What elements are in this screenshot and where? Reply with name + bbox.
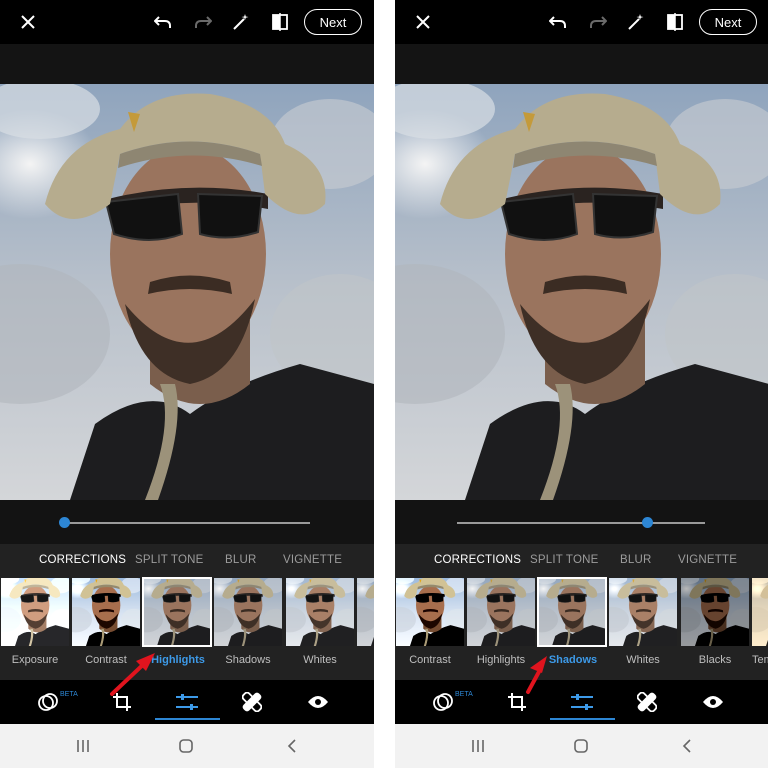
- thumbnail-exposure[interactable]: [1, 578, 69, 646]
- label-contrast[interactable]: Contrast: [400, 654, 460, 666]
- next-button[interactable]: Next: [304, 9, 362, 35]
- label-exposure[interactable]: Exposure: [5, 654, 65, 666]
- thumbnail-blacks[interactable]: [681, 578, 749, 646]
- preview-eye-icon[interactable]: [699, 688, 727, 716]
- adjustment-thumbnails: [0, 576, 374, 648]
- thumbnail-blacks[interactable]: [357, 578, 374, 646]
- adjustment-slider[interactable]: [395, 500, 768, 544]
- thumbnail-highlights[interactable]: [467, 578, 535, 646]
- label-temperature[interactable]: Tem: [752, 654, 768, 666]
- label-whites[interactable]: Whites: [290, 654, 350, 666]
- healing-bandage-icon[interactable]: [238, 688, 266, 716]
- thumbnail-shadows[interactable]: [537, 577, 607, 647]
- healing-bandage-icon[interactable]: [633, 688, 661, 716]
- close-icon[interactable]: [413, 12, 433, 32]
- compare-icon[interactable]: [270, 12, 290, 32]
- adjust-sliders-icon[interactable]: [173, 688, 201, 716]
- android-nav-bar: [395, 724, 768, 768]
- adjustment-slider[interactable]: [0, 500, 374, 544]
- slider-track[interactable]: [457, 522, 705, 524]
- back-icon[interactable]: [280, 734, 304, 758]
- tab-split-tone[interactable]: SPLIT TONE: [530, 554, 598, 566]
- label-highlights[interactable]: Highlights: [470, 654, 532, 666]
- undo-icon[interactable]: [153, 12, 173, 32]
- looks-icon[interactable]: [429, 688, 457, 716]
- label-highlights[interactable]: Highlights: [144, 654, 212, 666]
- tab-vignette[interactable]: VIGNETTE: [678, 554, 737, 566]
- bottom-tools: BETA: [395, 680, 768, 724]
- label-contrast[interactable]: Contrast: [76, 654, 136, 666]
- crop-icon[interactable]: [503, 688, 531, 716]
- recent-apps-icon[interactable]: [71, 734, 95, 758]
- magic-wand-icon[interactable]: [626, 12, 646, 32]
- home-icon[interactable]: [569, 734, 593, 758]
- magic-wand-icon[interactable]: [231, 12, 251, 32]
- beta-badge: BETA: [455, 691, 473, 698]
- thumbnail-highlights[interactable]: [142, 577, 212, 647]
- left-screenshot: Next CORRECTIONS SPLIT TONE BLUR VIGNETT…: [0, 0, 374, 768]
- edit-tabs: CORRECTIONS SPLIT TONE BLUR VIGNETTE: [0, 544, 374, 576]
- spacer-band: [0, 44, 374, 84]
- adjustment-labels: Exposure Contrast Highlights Shadows Whi…: [0, 648, 374, 680]
- slider-track[interactable]: [64, 522, 310, 524]
- redo-icon[interactable]: [193, 12, 213, 32]
- android-nav-bar: [0, 724, 374, 768]
- right-screenshot: Next CORRECTIONS SPLIT TONE BLUR VIGNETT…: [395, 0, 768, 768]
- active-tool-indicator: [155, 718, 220, 720]
- top-toolbar: Next: [0, 0, 374, 44]
- thumbnail-contrast[interactable]: [396, 578, 464, 646]
- label-whites[interactable]: Whites: [613, 654, 673, 666]
- close-icon[interactable]: [18, 12, 38, 32]
- home-icon[interactable]: [174, 734, 198, 758]
- tab-corrections[interactable]: CORRECTIONS: [39, 554, 126, 566]
- thumbnail-contrast[interactable]: [72, 578, 140, 646]
- next-button[interactable]: Next: [699, 9, 757, 35]
- looks-icon[interactable]: [34, 688, 62, 716]
- undo-icon[interactable]: [548, 12, 568, 32]
- back-icon[interactable]: [675, 734, 699, 758]
- photo-preview[interactable]: [395, 84, 768, 500]
- tab-blur[interactable]: BLUR: [225, 554, 256, 566]
- crop-icon[interactable]: [108, 688, 136, 716]
- label-shadows[interactable]: Shadows: [218, 654, 278, 666]
- tab-vignette[interactable]: VIGNETTE: [283, 554, 342, 566]
- bottom-tools: BETA: [0, 680, 374, 724]
- label-blacks[interactable]: Blacks: [685, 654, 745, 666]
- compare-icon[interactable]: [665, 12, 685, 32]
- thumbnail-temperature[interactable]: [752, 578, 768, 646]
- beta-badge: BETA: [60, 691, 78, 698]
- spacer-band: [395, 44, 768, 84]
- thumbnail-shadows[interactable]: [214, 578, 282, 646]
- divider: [374, 0, 395, 768]
- thumbnail-whites[interactable]: [609, 578, 677, 646]
- adjustment-labels: Contrast Highlights Shadows Whites Black…: [395, 648, 768, 680]
- tab-split-tone[interactable]: SPLIT TONE: [135, 554, 203, 566]
- adjustment-thumbnails: [395, 576, 768, 648]
- tab-blur[interactable]: BLUR: [620, 554, 651, 566]
- thumbnail-whites[interactable]: [286, 578, 354, 646]
- slider-knob[interactable]: [59, 517, 70, 528]
- adjust-sliders-icon[interactable]: [568, 688, 596, 716]
- preview-eye-icon[interactable]: [304, 688, 332, 716]
- edit-tabs: CORRECTIONS SPLIT TONE BLUR VIGNETTE: [395, 544, 768, 576]
- redo-icon[interactable]: [588, 12, 608, 32]
- recent-apps-icon[interactable]: [466, 734, 490, 758]
- top-toolbar: Next: [395, 0, 768, 44]
- label-shadows[interactable]: Shadows: [539, 654, 607, 666]
- slider-knob[interactable]: [642, 517, 653, 528]
- tab-corrections[interactable]: CORRECTIONS: [434, 554, 521, 566]
- photo-preview[interactable]: [0, 84, 374, 500]
- active-tool-indicator: [550, 718, 615, 720]
